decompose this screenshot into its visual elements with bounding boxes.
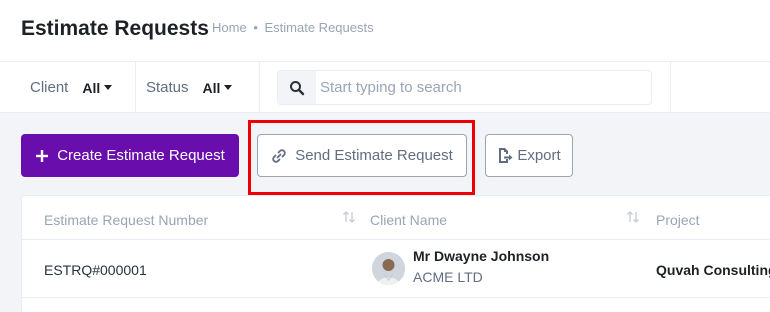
column-header-project[interactable]: Project bbox=[656, 212, 700, 228]
create-estimate-request-button[interactable]: Create Estimate Request bbox=[21, 134, 239, 177]
client-filter-value[interactable]: All bbox=[82, 80, 100, 96]
search-input[interactable] bbox=[320, 71, 645, 104]
page-header: Estimate Requests Home • Estimate Reques… bbox=[0, 0, 770, 62]
highlight-box bbox=[248, 120, 475, 195]
client-filter[interactable]: Client All bbox=[30, 62, 113, 113]
chevron-down-icon[interactable] bbox=[224, 85, 233, 90]
estimate-number[interactable]: ESTRQ#000001 bbox=[44, 262, 147, 278]
plus-icon bbox=[35, 149, 49, 163]
status-filter-value[interactable]: All bbox=[203, 80, 221, 96]
estimate-requests-table: Estimate Request Number Client Name Proj… bbox=[21, 195, 770, 312]
export-button-label: Export bbox=[517, 147, 561, 164]
client-filter-label: Client bbox=[30, 79, 69, 96]
create-button-label: Create Estimate Request bbox=[57, 147, 225, 164]
filter-divider bbox=[259, 62, 260, 113]
filter-divider bbox=[135, 62, 136, 113]
filter-divider bbox=[670, 62, 671, 113]
sort-icon[interactable] bbox=[626, 210, 640, 229]
client-company: ACME LTD bbox=[413, 269, 483, 285]
page-title: Estimate Requests bbox=[21, 17, 209, 40]
export-button[interactable]: Export bbox=[485, 134, 573, 177]
column-header-client[interactable]: Client Name bbox=[370, 212, 447, 228]
table-row[interactable]: ESTRQ#000001 Mr Dwayne Johnson ACME LTD … bbox=[22, 240, 770, 298]
breadcrumb-current: Estimate Requests bbox=[264, 20, 374, 35]
breadcrumb-separator: • bbox=[253, 20, 258, 35]
status-filter[interactable]: Status All bbox=[146, 62, 233, 113]
file-export-icon bbox=[497, 147, 513, 164]
project-name[interactable]: Quvah Consulting bbox=[656, 262, 770, 278]
breadcrumb-home[interactable]: Home bbox=[212, 20, 247, 35]
column-header-number[interactable]: Estimate Request Number bbox=[44, 212, 208, 228]
breadcrumb: Home • Estimate Requests bbox=[212, 20, 374, 35]
search-box bbox=[277, 70, 652, 105]
table-header: Estimate Request Number Client Name Proj… bbox=[22, 196, 770, 240]
sort-icon[interactable] bbox=[342, 210, 356, 229]
filter-bar: Client All Status All bbox=[0, 62, 770, 113]
status-filter-label: Status bbox=[146, 79, 189, 96]
client-name[interactable]: Mr Dwayne Johnson bbox=[413, 248, 549, 264]
chevron-down-icon[interactable] bbox=[104, 85, 113, 90]
search-icon bbox=[278, 71, 316, 104]
avatar[interactable] bbox=[372, 252, 405, 285]
